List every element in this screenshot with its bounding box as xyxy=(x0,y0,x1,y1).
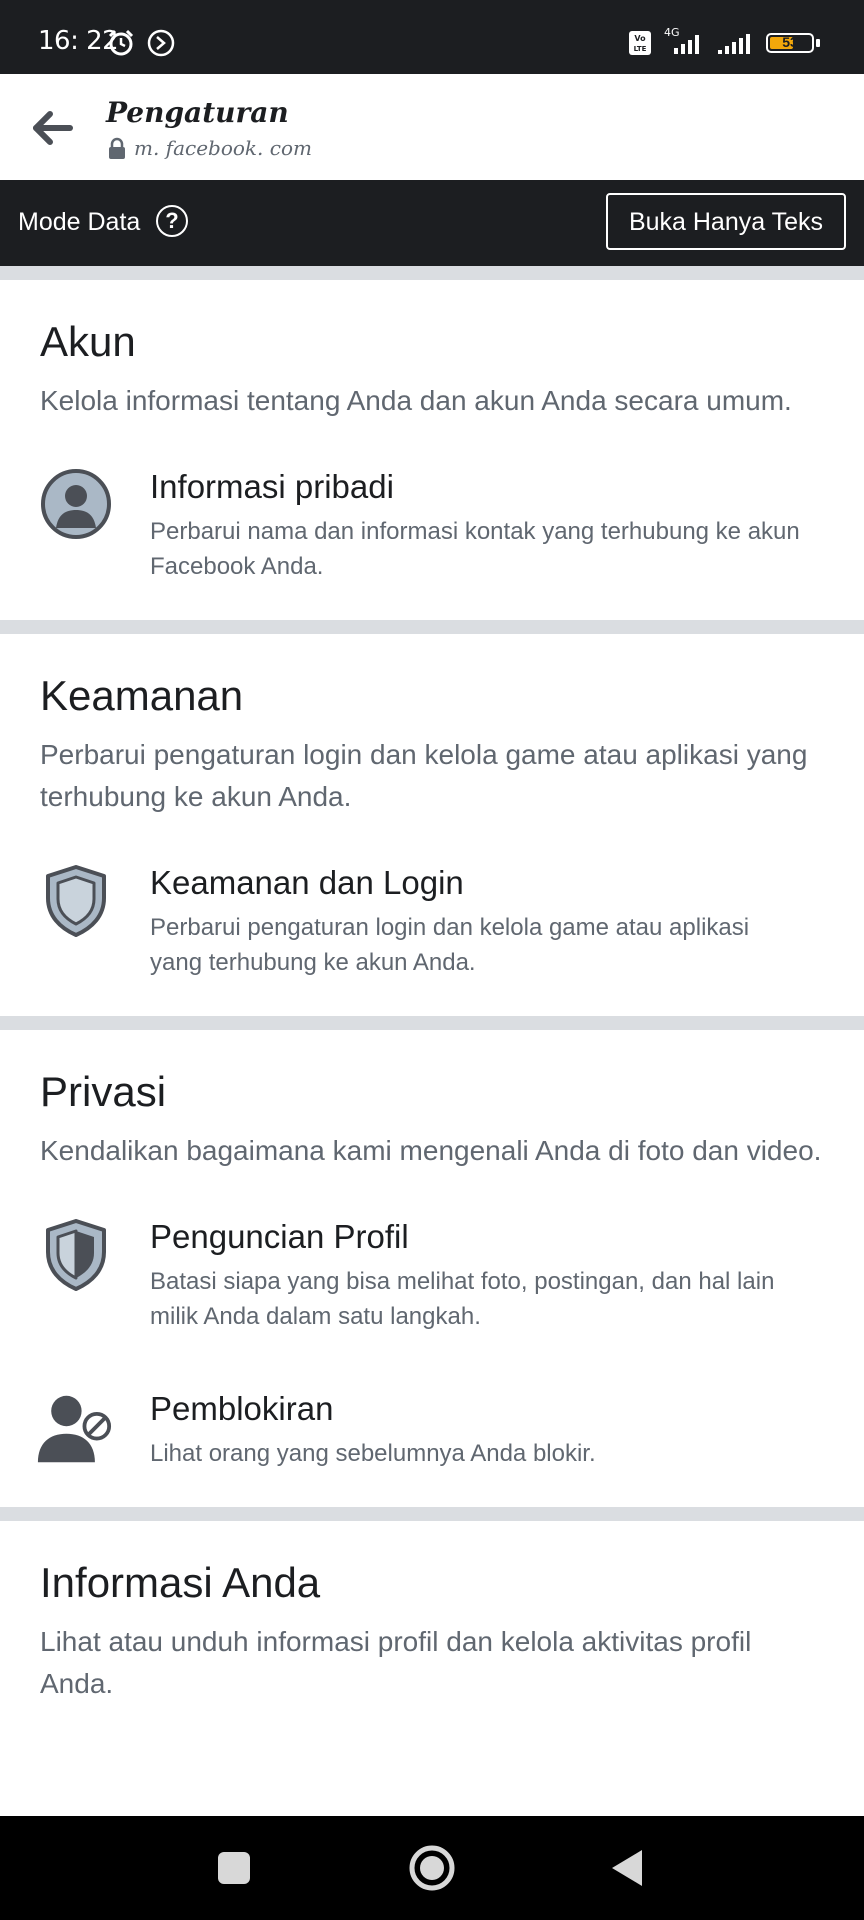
page-title: Pengaturan xyxy=(106,96,289,129)
shield-lock-icon xyxy=(40,1218,112,1298)
section-description: Kelola informasi tentang Anda dan akun A… xyxy=(40,385,792,416)
section-your-information: Informasi Anda Lihat atau unduh informas… xyxy=(0,1521,864,1741)
settings-content: Akun Kelola informasi tentang Anda dan a… xyxy=(0,266,864,1816)
divider xyxy=(0,1016,864,1030)
section-description: Lihat atau unduh informasi profil dan ke… xyxy=(40,1626,752,1699)
browser-header: Pengaturan m. facebook. com xyxy=(0,74,864,180)
divider xyxy=(0,620,864,634)
item-description: Perbarui nama dan informasi kontak yang … xyxy=(150,518,800,580)
divider xyxy=(0,1507,864,1521)
item-profile-lock[interactable]: Penguncian Profil Batasi siapa yang bisa… xyxy=(40,1218,824,1334)
lock-icon xyxy=(109,137,125,159)
signal-4g: 4G xyxy=(662,26,706,56)
section-title: Privasi xyxy=(40,1068,167,1115)
text-only-button[interactable]: Buka Hanya Teks xyxy=(606,193,846,250)
battery-icon: 53 xyxy=(766,33,814,53)
status-icons-left xyxy=(106,28,176,58)
signal-icon xyxy=(674,35,699,54)
person-blocked-icon xyxy=(37,1390,112,1470)
section-title: Keamanan xyxy=(40,672,244,719)
section-description: Kendalikan bagaimana kami mengenali Anda… xyxy=(40,1135,822,1166)
shield-icon xyxy=(40,864,112,944)
item-personal-info[interactable]: Informasi pribadi Perbarui nama dan info… xyxy=(40,468,824,584)
navigation-bar xyxy=(0,1816,864,1920)
status-icons-right: Vo LTE 4G 53 xyxy=(628,26,820,56)
section-title: Informasi Anda xyxy=(40,1559,321,1606)
home-icon[interactable] xyxy=(408,1844,456,1892)
section-security: Keamanan Perbarui pengaturan login dan k… xyxy=(0,634,864,1016)
divider xyxy=(0,266,864,280)
svg-text:LTE: LTE xyxy=(634,45,647,53)
person-circle-icon xyxy=(40,468,112,548)
url-row[interactable]: m. facebook. com xyxy=(108,136,312,160)
item-description: Lihat orang yang sebelumnya Anda blokir. xyxy=(150,1440,596,1467)
item-title: Penguncian Profil xyxy=(150,1218,409,1255)
section-title: Akun xyxy=(40,318,136,365)
signal-icon-2 xyxy=(718,34,750,54)
battery-tip xyxy=(816,39,820,47)
item-description: Batasi siapa yang bisa melihat foto, pos… xyxy=(150,1268,775,1330)
section-privacy: Privasi Kendalikan bagaimana kami mengen… xyxy=(0,1030,864,1507)
item-description: Perbarui pengaturan login dan kelola gam… xyxy=(150,914,750,976)
url-text: m. facebook. com xyxy=(134,136,312,160)
item-blocking[interactable]: Pemblokiran Lihat orang yang sebelumnya … xyxy=(37,1390,824,1471)
back-icon[interactable] xyxy=(610,1848,646,1888)
back-arrow-icon[interactable] xyxy=(30,108,74,148)
alarm-icon xyxy=(108,29,134,56)
svg-text:Vo: Vo xyxy=(634,34,646,43)
sync-icon xyxy=(147,29,175,57)
recent-apps-icon[interactable] xyxy=(216,1850,252,1886)
help-icon[interactable]: ? xyxy=(156,205,188,237)
item-title: Pemblokiran xyxy=(150,1390,334,1427)
section-description: Perbarui pengaturan login dan kelola gam… xyxy=(40,739,808,812)
item-security-login[interactable]: Keamanan dan Login Perbarui pengaturan l… xyxy=(40,864,824,980)
section-account: Akun Kelola informasi tentang Anda dan a… xyxy=(0,280,864,620)
item-title: Keamanan dan Login xyxy=(150,864,464,901)
volte-icon: Vo LTE xyxy=(629,31,651,55)
status-bar: 16: 22 Vo LTE 4G 53 xyxy=(0,0,864,74)
data-mode-bar: Mode Data ? Buka Hanya Teks xyxy=(0,180,864,266)
item-title: Informasi pribadi xyxy=(150,468,394,505)
battery-level: 53 xyxy=(782,34,798,50)
data-mode-label: Mode Data xyxy=(18,208,141,236)
